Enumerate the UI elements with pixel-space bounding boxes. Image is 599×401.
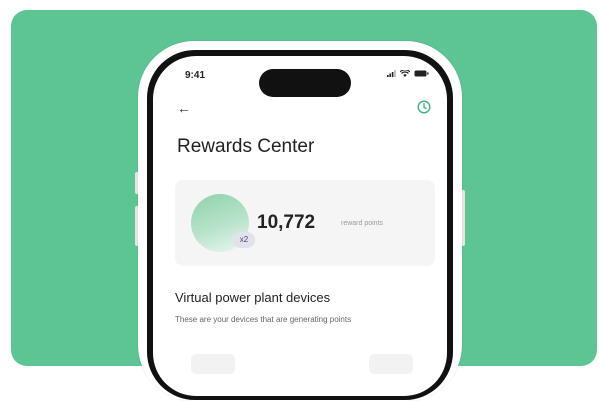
battery-icon — [414, 70, 429, 77]
devices-section-title: Virtual power plant devices — [175, 290, 331, 305]
points-card[interactable]: x2 10,772 reward points — [175, 180, 435, 266]
status-icons — [387, 70, 429, 77]
multiplier-badge: x2 — [233, 232, 255, 248]
signal-icon — [387, 70, 396, 77]
devices-section-subtitle: These are your devices that are generati… — [175, 315, 352, 324]
wifi-icon — [400, 70, 410, 77]
page-title: Rewards Center — [177, 136, 315, 157]
points-unit-label: reward points — [341, 220, 384, 227]
status-time: 9:41 — [185, 70, 206, 81]
device-thumbnail[interactable] — [369, 354, 413, 374]
dynamic-island — [259, 69, 351, 97]
clock-icon[interactable] — [417, 100, 431, 114]
back-arrow-icon[interactable]: ← — [177, 100, 191, 116]
device-thumbnail[interactable] — [191, 354, 235, 374]
phone-screen: 9:41 ← Rewards Center x2 10,772 reward p… — [153, 56, 447, 396]
points-value: 10,772 — [257, 212, 316, 233]
